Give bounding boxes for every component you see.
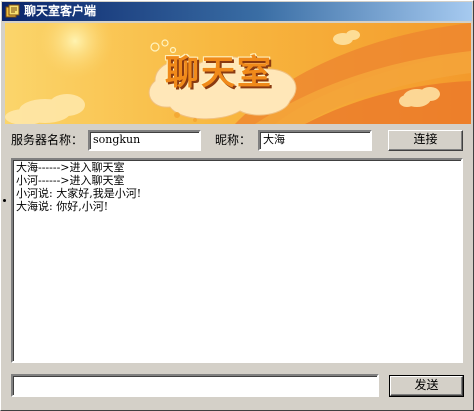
title-bar[interactable]: 聊天室客户端 xyxy=(2,2,472,21)
window-title: 聊天室客户端 xyxy=(24,4,97,18)
chat-message: 小河------>进入聊天室 xyxy=(16,174,125,187)
connect-button[interactable]: 连接 xyxy=(388,130,463,151)
main-window: 聊天室客户端 聊天室 服务器名称： songkun 昵称： 大海 连接 大海--… xyxy=(0,0,474,411)
chat-focus-marker xyxy=(3,199,6,202)
send-button[interactable]: 发送 xyxy=(389,375,464,397)
chat-log[interactable]: 大海------>进入聊天室 小河------>进入聊天室 小河说: 大家好,我… xyxy=(11,158,463,363)
app-icon xyxy=(5,4,20,18)
message-input[interactable] xyxy=(11,374,379,397)
chat-message: 小河说: 大家好,我是小河! xyxy=(16,187,142,200)
nickname-label: 昵称： xyxy=(215,133,252,147)
chatroom-banner: 聊天室 xyxy=(5,23,471,124)
banner-logo-text: 聊天室 xyxy=(165,53,273,93)
chat-message: 大海说: 你好,小河! xyxy=(16,200,109,213)
server-name-label: 服务器名称： xyxy=(11,133,84,147)
server-name-input[interactable]: songkun xyxy=(88,130,201,151)
chat-message: 大海------>进入聊天室 xyxy=(16,161,125,174)
nickname-input[interactable]: 大海 xyxy=(258,130,372,151)
